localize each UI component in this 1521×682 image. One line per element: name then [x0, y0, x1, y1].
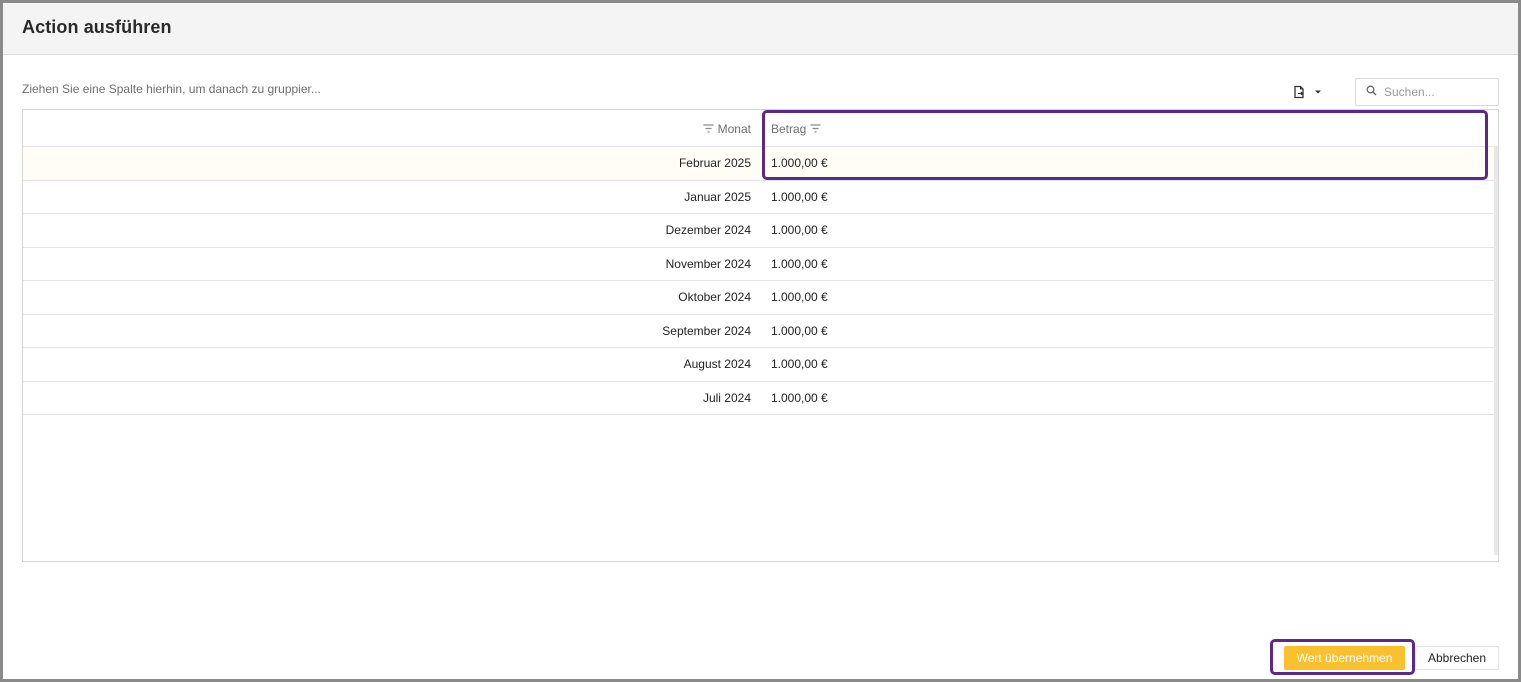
column-label-monat: Monat	[717, 121, 751, 136]
cell-monat: November 2024	[665, 256, 751, 271]
cell-betrag: 1.000,00 €	[771, 323, 828, 338]
table-row[interactable]: Dezember 2024 1.000,00 €	[23, 214, 1498, 248]
table-row[interactable]: Oktober 2024 1.000,00 €	[23, 281, 1498, 315]
cell-monat: Oktober 2024	[678, 290, 751, 305]
search-box[interactable]	[1355, 78, 1499, 106]
search-input[interactable]	[1384, 85, 1484, 99]
search-icon	[1366, 83, 1377, 101]
cell-betrag: 1.000,00 €	[771, 357, 828, 372]
cell-monat: Januar 2025	[684, 189, 751, 204]
filter-icon[interactable]	[703, 124, 714, 133]
dialog-title: Action ausführen	[22, 17, 172, 37]
column-label-betrag: Betrag	[771, 121, 807, 136]
export-button[interactable]	[1292, 82, 1334, 102]
dialog-header: Action ausführen	[3, 3, 1518, 55]
cell-monat: September 2024	[662, 323, 751, 338]
grid-header-row: Monat Betrag	[23, 110, 1498, 147]
cell-monat: August 2024	[683, 357, 751, 372]
column-header-betrag[interactable]: Betrag	[771, 110, 1471, 147]
cell-monat: Juli 2024	[702, 390, 751, 405]
group-by-drop-zone[interactable]: Ziehen Sie eine Spalte hierhin, um danac…	[22, 82, 321, 96]
cell-betrag: 1.000,00 €	[771, 189, 828, 204]
cell-betrag: 1.000,00 €	[771, 156, 828, 171]
cell-betrag: 1.000,00 €	[771, 256, 828, 271]
cell-monat: Dezember 2024	[665, 223, 751, 238]
caret-down-icon	[1314, 89, 1322, 95]
cell-betrag: 1.000,00 €	[771, 390, 828, 405]
cell-betrag: 1.000,00 €	[771, 223, 828, 238]
table-row[interactable]: August 2024 1.000,00 €	[23, 348, 1498, 382]
cancel-button[interactable]: Abbrechen	[1415, 646, 1499, 670]
cell-betrag: 1.000,00 €	[771, 290, 828, 305]
cell-monat: Februar 2025	[678, 156, 751, 171]
table-row[interactable]: September 2024 1.000,00 €	[23, 315, 1498, 348]
column-header-monat[interactable]: Monat	[23, 110, 761, 147]
data-grid: Monat Betrag Februar 2025 1.000,00 € Jan…	[22, 109, 1499, 562]
table-row[interactable]: Juli 2024 1.000,00 €	[23, 382, 1498, 415]
filter-icon[interactable]	[810, 124, 821, 133]
table-row[interactable]: Februar 2025 1.000,00 €	[23, 147, 1498, 181]
vertical-scrollbar[interactable]	[1494, 147, 1498, 555]
table-row[interactable]: November 2024 1.000,00 €	[23, 248, 1498, 281]
grid-body: Februar 2025 1.000,00 € Januar 2025 1.00…	[23, 147, 1498, 415]
table-row[interactable]: Januar 2025 1.000,00 €	[23, 181, 1498, 214]
export-document-icon	[1292, 85, 1306, 99]
apply-value-button[interactable]: Wert übernehmen	[1284, 646, 1405, 670]
